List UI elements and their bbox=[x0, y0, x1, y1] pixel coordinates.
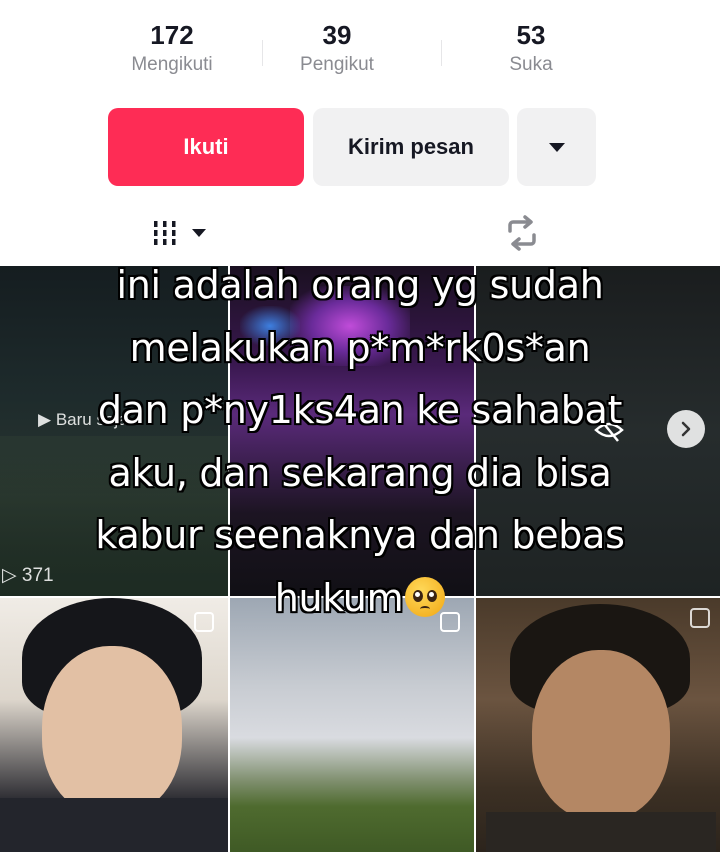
likes-count: 53 bbox=[516, 20, 546, 50]
caret-down-icon bbox=[548, 142, 565, 152]
follow-button[interactable]: Ikuti bbox=[108, 108, 304, 186]
person-image bbox=[532, 650, 670, 820]
overlay-caption: ini adalah orang yg sudah melakukan p*m*… bbox=[20, 254, 700, 629]
grid-menu-icon bbox=[154, 221, 206, 245]
caption-line: hukum bbox=[274, 575, 404, 620]
likes-label: Suka bbox=[509, 54, 553, 75]
stat-likes[interactable]: 53 Suka bbox=[461, 18, 601, 78]
following-count: 172 bbox=[150, 20, 194, 50]
video-thumbnail[interactable] bbox=[0, 598, 228, 852]
tab-reposts[interactable] bbox=[502, 213, 542, 253]
followers-count: 39 bbox=[322, 20, 352, 50]
send-message-button[interactable]: Kirim pesan bbox=[313, 108, 509, 186]
followers-label: Pengikut bbox=[300, 54, 374, 75]
person-image bbox=[486, 812, 716, 852]
caption-line: dan p*ny1ks4an ke sahabat bbox=[97, 388, 623, 432]
person-image bbox=[0, 798, 228, 852]
pleading-face-emoji-icon bbox=[405, 576, 446, 617]
caption-line: kabur seenaknya dan bebas bbox=[95, 513, 625, 557]
caption-line: ini adalah orang yg sudah bbox=[116, 263, 604, 307]
profile-stats: 172 Mengikuti 39 Pengikut 53 Suka bbox=[0, 18, 720, 88]
stat-following[interactable]: 172 Mengikuti bbox=[102, 18, 242, 78]
person-image bbox=[42, 646, 182, 816]
play-outline-icon: ▷ bbox=[2, 565, 17, 586]
caption-line: aku, dan sekarang dia bisa bbox=[108, 450, 612, 495]
video-thumbnail[interactable] bbox=[230, 598, 474, 852]
video-thumbnail[interactable] bbox=[476, 598, 720, 852]
caption-line: melakukan p*m*rk0s*an bbox=[129, 325, 591, 370]
stat-divider bbox=[262, 40, 263, 66]
caption-last-line: hukum bbox=[20, 567, 700, 630]
more-options-button[interactable] bbox=[517, 108, 596, 186]
repost-icon bbox=[508, 215, 536, 251]
stat-followers[interactable]: 39 Pengikut bbox=[267, 18, 407, 78]
stat-divider bbox=[441, 40, 442, 66]
tab-videos[interactable] bbox=[152, 213, 210, 253]
following-label: Mengikuti bbox=[131, 54, 213, 75]
